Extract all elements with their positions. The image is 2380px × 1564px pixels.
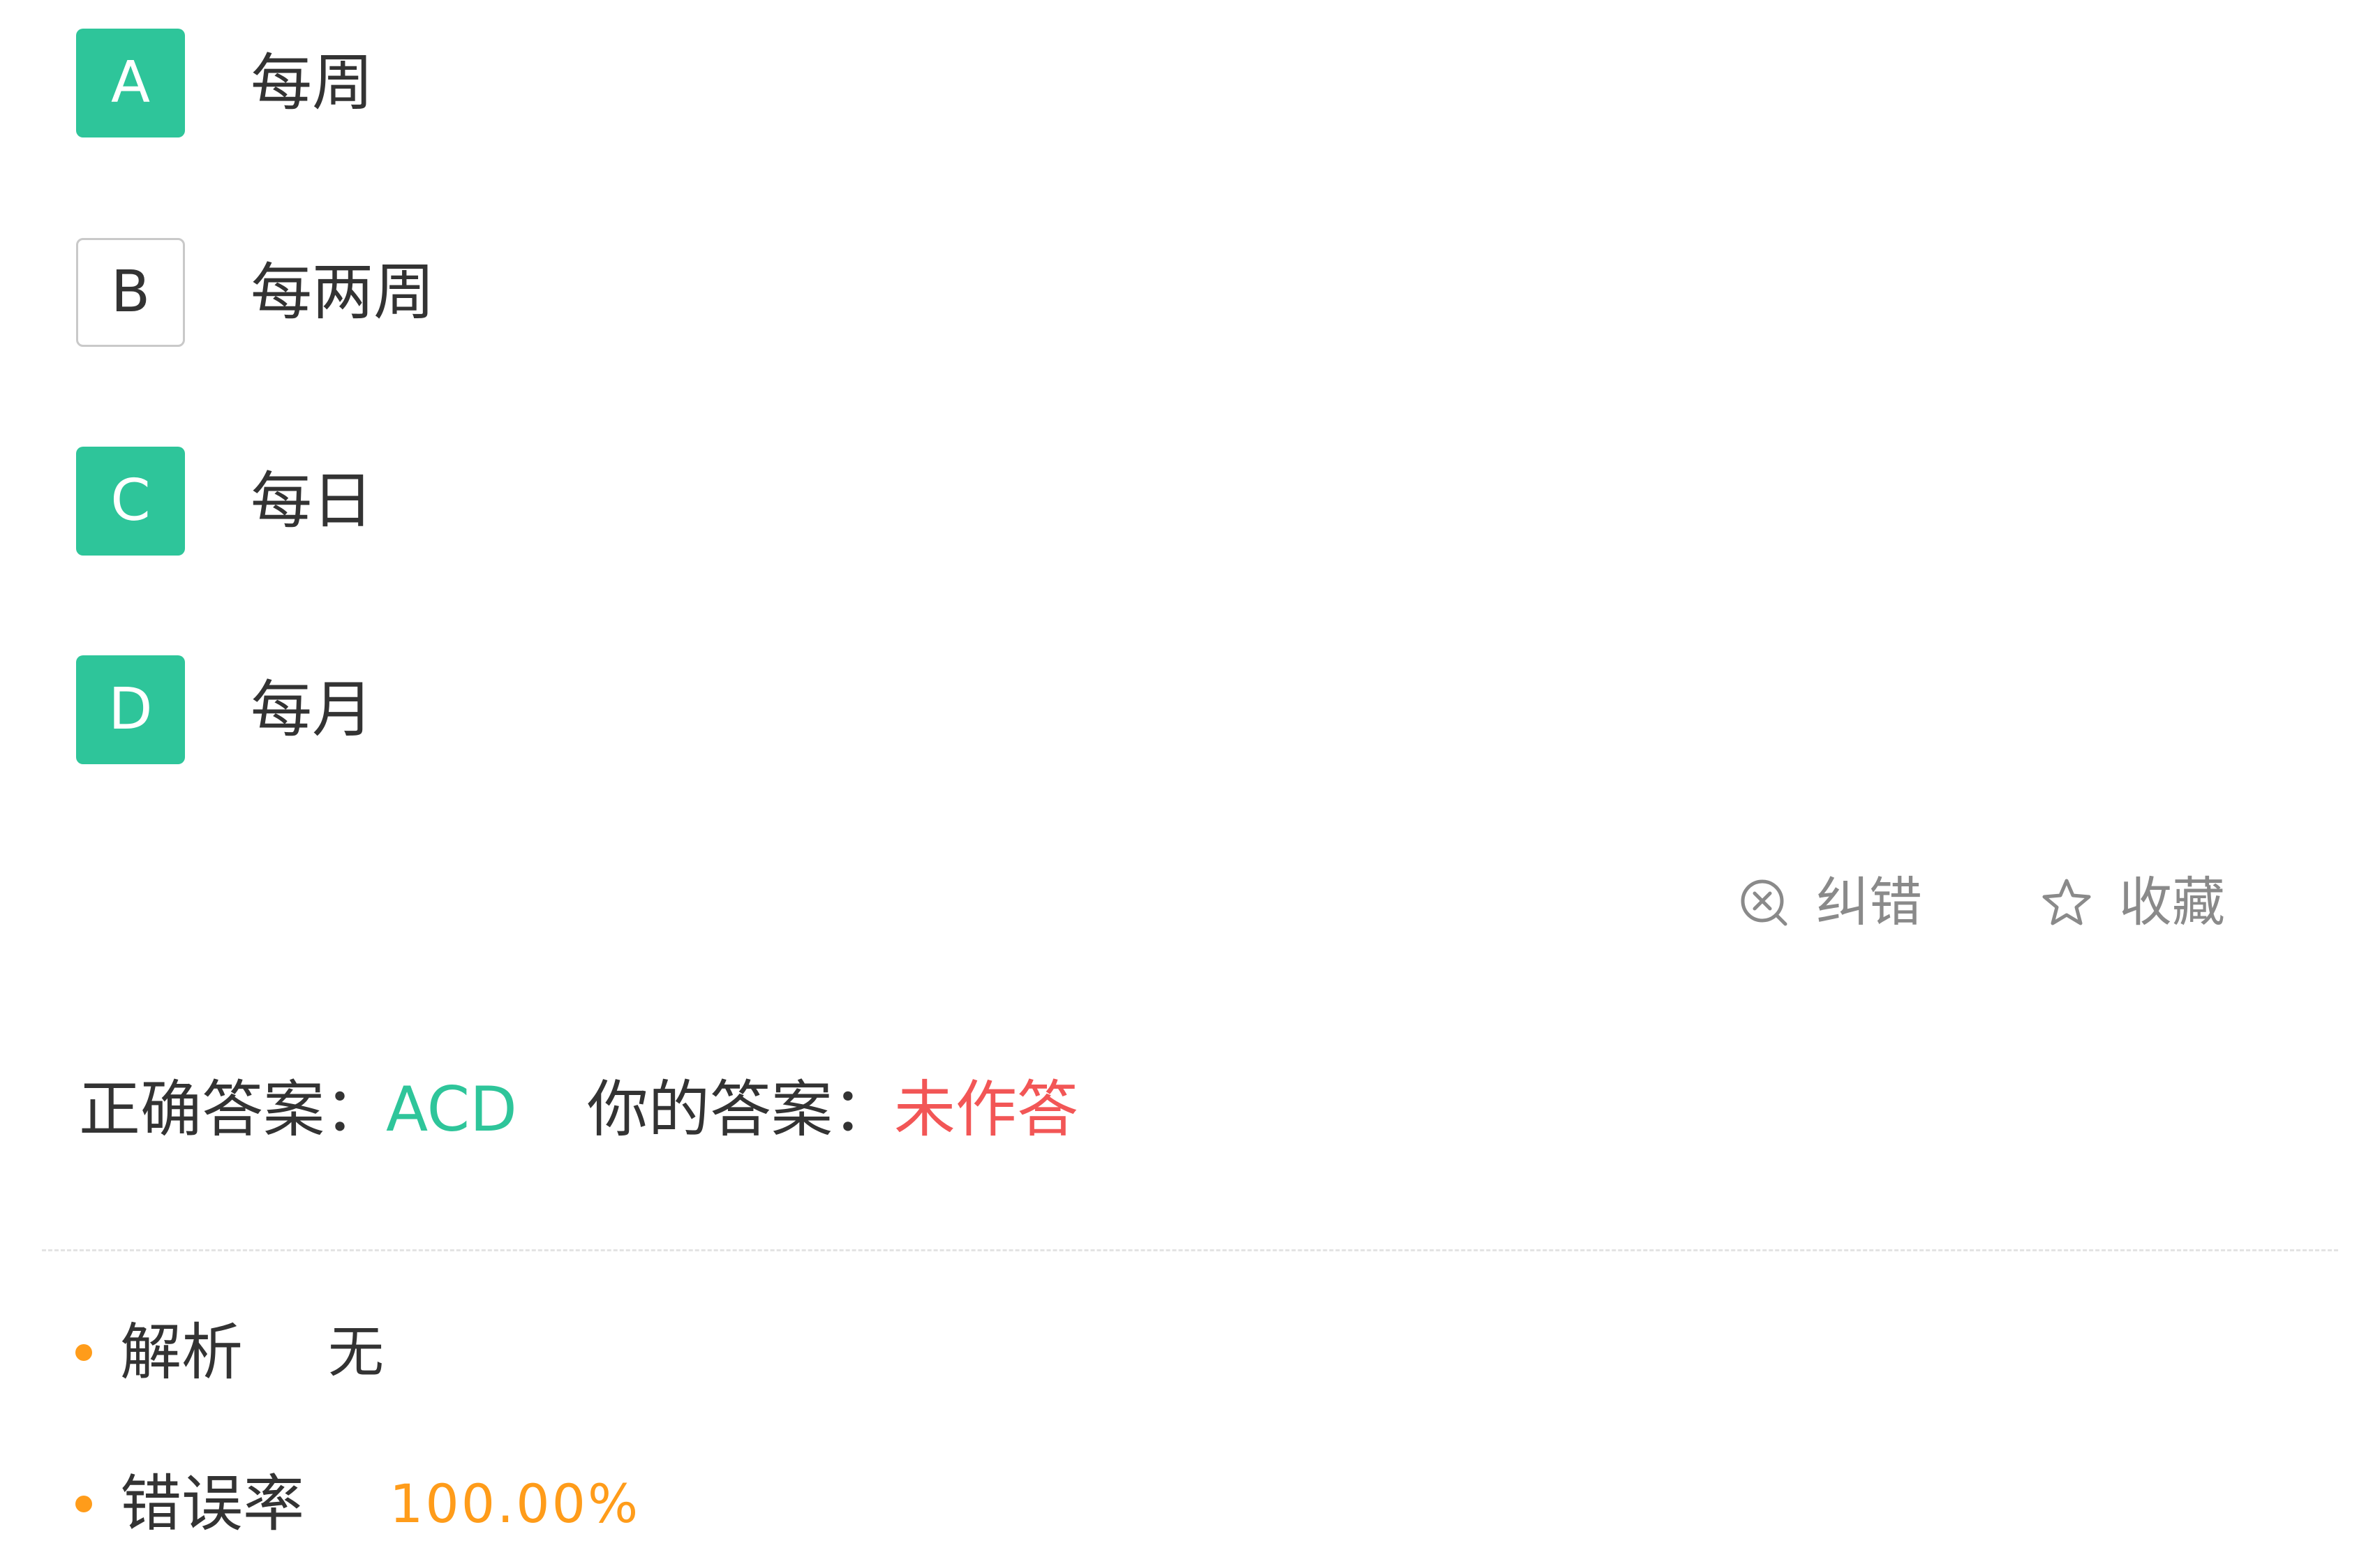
bullet-dot: [75, 1344, 92, 1361]
answer-summary: 正确答案： ACD 你的答案： 未作答: [79, 1075, 1078, 1145]
option-a[interactable]: A 每周: [76, 29, 373, 137]
dashed-divider: [42, 1249, 2338, 1251]
option-c-text: 每日: [251, 465, 374, 537]
option-b-badge: B: [76, 238, 185, 347]
option-c-badge: C: [76, 447, 185, 556]
favorite-label: 收藏: [2119, 871, 2225, 933]
option-a-badge: A: [76, 29, 185, 137]
analysis-row: 解析 无: [75, 1314, 384, 1391]
question-actions: 纠错 收藏: [1738, 867, 2225, 937]
circle-x-icon: [1738, 877, 1790, 928]
error-rate-value: 100.00%: [389, 1473, 641, 1535]
error-rate-row: 错误率 100.00%: [75, 1466, 640, 1542]
my-answer-label: 你的答案：: [586, 1073, 894, 1145]
option-d[interactable]: D 每月: [76, 655, 373, 764]
report-error-button[interactable]: 纠错: [1738, 876, 1922, 929]
analysis-label: 解析: [120, 1316, 244, 1388]
analysis-value: 无: [328, 1320, 385, 1385]
my-answer-value: 未作答: [893, 1073, 1078, 1145]
error-rate-label: 错误率: [120, 1468, 305, 1540]
report-error-label: 纠错: [1816, 871, 1922, 933]
question-result-page: A 每周 B 每两周 C 每日 D 每月 纠错 收藏 正确答案： ACD 你的答…: [0, 0, 2380, 1564]
correct-answer-label: 正确答案：: [79, 1073, 387, 1145]
bullet-dot: [75, 1496, 92, 1512]
option-a-text: 每周: [251, 47, 374, 119]
option-b-text: 每两周: [251, 256, 436, 328]
option-c[interactable]: C 每日: [76, 447, 373, 556]
option-b[interactable]: B 每两周: [76, 238, 435, 347]
favorite-button[interactable]: 收藏: [2041, 876, 2225, 929]
option-d-badge: D: [76, 655, 185, 764]
option-d-text: 每月: [251, 673, 374, 745]
star-outline-icon: [2041, 877, 2092, 928]
correct-answer-value: ACD: [386, 1073, 517, 1145]
